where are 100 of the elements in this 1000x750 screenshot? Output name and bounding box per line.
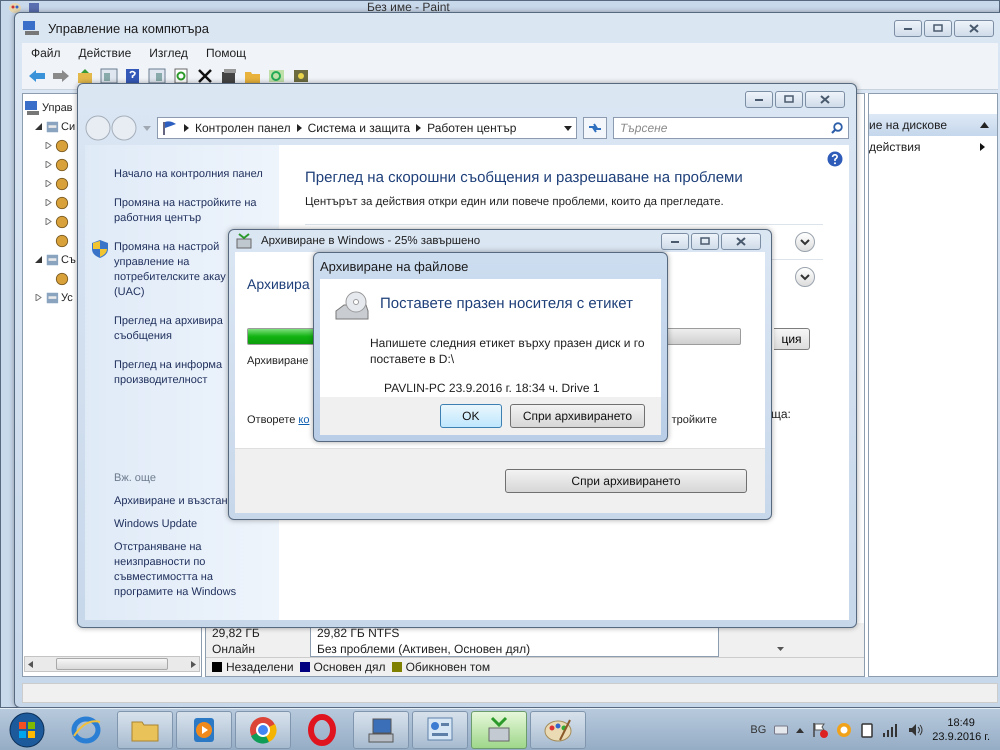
progress-status: Архивиране (247, 355, 308, 367)
close-button[interactable] (954, 20, 994, 36)
volume-status: Без проблеми (Активен, Основен дял) (317, 641, 532, 657)
see-also-link[interactable]: Отстраняване на неизправности по съвместимостта на програмите на Windows (114, 540, 236, 600)
show-hidden-icons-icon[interactable] (796, 728, 804, 732)
submenu-arrow-icon (980, 143, 985, 151)
scrollbar-thumb[interactable] (56, 658, 168, 670)
device-icon[interactable] (860, 722, 874, 738)
window-title: Управление на компютъра (48, 20, 209, 36)
sidebar-link[interactable]: Промяна на настройките на работния център (114, 196, 257, 226)
sidebar-link[interactable]: Преглед на архивира съобщения (114, 314, 223, 344)
search-icon[interactable] (831, 122, 843, 134)
start-orb-icon (9, 712, 45, 748)
address-bar[interactable]: Контролен панел Система и защита Работен център (157, 117, 577, 139)
maximize-button[interactable] (775, 90, 803, 108)
tree-item[interactable]: Ус (61, 292, 73, 304)
scroll-down-icon[interactable] (777, 647, 784, 651)
o-ring-icon (306, 714, 338, 746)
expand-button[interactable] (795, 267, 815, 287)
back-arrow-icon[interactable] (28, 68, 46, 84)
maximize-button[interactable] (924, 20, 952, 36)
collapsed-triangle-icon[interactable] (45, 218, 52, 225)
see-also-heading: Вж. още (113, 472, 157, 484)
sidebar-link[interactable]: Преглед на информа производителност (114, 358, 222, 388)
stop-backup-button[interactable]: Спри архивирането (510, 404, 645, 428)
close-button[interactable] (805, 90, 845, 108)
refresh-button[interactable] (583, 117, 607, 139)
menu-item[interactable]: Изглед (140, 46, 197, 60)
collapsed-triangle-icon[interactable] (45, 199, 52, 206)
minimize-button[interactable] (745, 90, 773, 108)
tree-item[interactable]: Си (61, 120, 76, 132)
menu-item[interactable]: Помощ (196, 46, 256, 60)
actions-header[interactable]: ие на дискове (869, 114, 997, 136)
panel-icon[interactable] (100, 68, 118, 84)
maximize-icon (784, 95, 794, 103)
action-button[interactable]: ция (774, 328, 810, 350)
page-heading: Преглед на скорошни съобщения и разрешаване на проблеми (305, 169, 744, 186)
collapsed-triangle-icon[interactable] (45, 142, 52, 149)
menu-item[interactable]: Действие (70, 46, 140, 60)
flag-error-icon[interactable] (812, 722, 828, 738)
ok-button[interactable]: OK (440, 404, 502, 428)
help-icon[interactable] (827, 151, 843, 167)
minimize-button[interactable] (661, 232, 689, 250)
legend-label: Обикновен том (406, 660, 490, 674)
left-arrow-icon[interactable] (28, 660, 33, 668)
folder-up-icon[interactable] (76, 68, 94, 84)
language-indicator[interactable]: BG (750, 724, 766, 736)
chevron-right-icon (184, 124, 189, 132)
collapsed-triangle-icon[interactable] (35, 294, 42, 301)
see-also-link[interactable]: Windows Update (114, 517, 198, 532)
maximize-icon (933, 24, 943, 32)
taskbar-button[interactable] (176, 711, 232, 749)
expanded-triangle-icon[interactable] (35, 123, 42, 130)
expanded-triangle-icon[interactable] (35, 256, 42, 263)
palette-icon (9, 3, 21, 13)
chevron-right-icon (296, 124, 302, 132)
minimize-button[interactable] (894, 20, 922, 36)
chevron-down-icon (800, 238, 810, 246)
right-arrow-icon[interactable] (191, 660, 196, 668)
collapse-up-icon[interactable] (980, 122, 989, 128)
clock-date[interactable]: 23.9.2016 г. (932, 730, 990, 744)
clock-time[interactable]: 18:49 (947, 716, 975, 730)
taskbar-button[interactable] (471, 711, 527, 749)
breadcrumb-item[interactable]: Контролен панел (195, 121, 291, 135)
dialog-heading: Поставете празен носителя с етикет (380, 295, 633, 314)
breadcrumb-item[interactable]: Система и защита (308, 121, 410, 135)
breadcrumb-item[interactable]: Работен център (427, 121, 516, 135)
tree-item[interactable]: Съ (61, 254, 76, 266)
menu-item[interactable]: Файл (22, 46, 70, 60)
sidebar-link[interactable]: Начало на контролния панел (114, 167, 263, 182)
chevron-down-icon (800, 274, 810, 280)
computer-icon (22, 20, 40, 36)
forward-arrow-icon[interactable] (52, 68, 70, 84)
collapsed-triangle-icon[interactable] (45, 180, 52, 187)
dropdown-caret-icon[interactable] (564, 126, 572, 130)
maximize-button[interactable] (691, 232, 719, 250)
help-icon[interactable] (124, 68, 142, 84)
stop-backup-button[interactable]: Спри архивирането (505, 469, 747, 493)
collapsed-triangle-icon[interactable] (45, 161, 52, 168)
volume-icon[interactable] (908, 723, 924, 737)
keyboard-icon[interactable] (774, 725, 788, 735)
search-field[interactable]: Търсене (613, 117, 849, 139)
see-also-link[interactable]: Архивиране и възстан (114, 494, 228, 509)
taskbar-button[interactable] (117, 711, 173, 749)
taskbar-button[interactable] (530, 711, 586, 749)
taskbar-button[interactable] (412, 711, 468, 749)
legend-label: Незаделени (226, 660, 294, 674)
expand-button[interactable] (795, 232, 815, 252)
taskbar-button[interactable] (353, 711, 409, 749)
maximize-icon (700, 237, 710, 245)
settings-link[interactable]: ко (298, 414, 310, 426)
taskbar-button[interactable] (235, 711, 291, 749)
close-button[interactable] (721, 232, 761, 250)
delete-icon[interactable] (196, 68, 214, 84)
horizontal-scrollbar[interactable] (24, 656, 200, 672)
sidebar-link[interactable]: Промяна на настрой управление на потребителските акау (UAC) (114, 240, 226, 300)
tree-item[interactable]: Управ (42, 102, 73, 114)
panel-icon[interactable] (148, 68, 166, 84)
actions-item[interactable]: действия (869, 136, 997, 158)
computer-icon[interactable] (24, 100, 40, 116)
